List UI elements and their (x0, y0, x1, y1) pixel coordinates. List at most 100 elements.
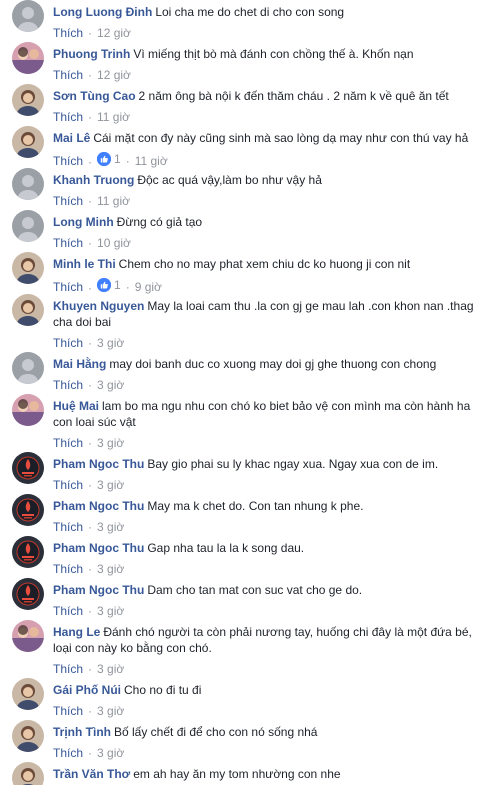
avatar[interactable] (12, 762, 44, 785)
avatar[interactable] (12, 720, 44, 752)
avatar[interactable] (12, 126, 44, 158)
avatar[interactable] (12, 678, 44, 710)
comment-author[interactable]: Gái Phố Núi (53, 683, 121, 697)
comment-author[interactable]: Khuyen Nguyen (53, 299, 144, 313)
avatar[interactable] (12, 620, 44, 652)
comment-timestamp[interactable]: 3 giờ (97, 436, 124, 450)
comment-timestamp[interactable]: 11 giờ (135, 154, 168, 168)
avatar[interactable] (12, 294, 44, 326)
like-link[interactable]: Thích (53, 154, 83, 168)
separator-dot: · (88, 336, 93, 350)
comment-author[interactable]: Mai Lê (53, 131, 90, 145)
comment-timestamp[interactable]: 3 giờ (97, 478, 124, 492)
separator-dot: · (88, 662, 93, 676)
comment-author[interactable]: Pham Ngoc Thu (53, 457, 144, 471)
separator-dot: · (88, 194, 93, 208)
like-link[interactable]: Thích (53, 562, 83, 576)
comment-author[interactable]: Long Luong Đinh (53, 5, 152, 19)
like-link[interactable]: Thích (53, 236, 83, 250)
avatar[interactable] (12, 394, 44, 426)
comment-timestamp[interactable]: 3 giờ (97, 604, 124, 618)
comment-timestamp[interactable]: 3 giờ (97, 662, 124, 676)
comment-actions: Thích · 3 giờ (53, 436, 484, 450)
separator-dot: · (88, 26, 93, 40)
comment-body: Trịnh Tình Bố lấy chết đi để cho con nó s… (53, 724, 484, 760)
comment-message: Bay gio phai su ly khac ngay xua. Ngay x… (147, 457, 439, 471)
comment-body: Pham Ngoc Thu Dam cho tan mat con suc vat… (53, 582, 484, 618)
like-link[interactable]: Thích (53, 336, 83, 350)
separator-dot: · (88, 68, 93, 82)
like-link[interactable]: Thích (53, 378, 83, 392)
avatar[interactable] (12, 536, 44, 568)
comment-timestamp[interactable]: 3 giờ (97, 562, 124, 576)
comment-author[interactable]: Mai Hằng (53, 357, 106, 371)
comment-timestamp[interactable]: 11 giờ (97, 110, 130, 124)
comment-author[interactable]: Phuong Trinh (53, 47, 130, 61)
avatar[interactable] (12, 452, 44, 484)
comment-author[interactable]: Sơn Tùng Cao (53, 89, 136, 103)
comment-message: em ah hay ăn my tom nhường con nhe (133, 767, 341, 781)
comment-timestamp[interactable]: 3 giờ (97, 378, 124, 392)
comment-actions: Thích · 3 giờ (53, 704, 484, 718)
comment-body: Long Luong Đinh Loi cha me do chet di cho… (53, 4, 484, 40)
reaction-summary[interactable]: 1 (97, 152, 121, 166)
comment-body: Sơn Tùng Cao 2 năm ông bà nội k đến thăm … (53, 88, 484, 124)
avatar[interactable] (12, 42, 44, 74)
like-reaction-icon (97, 152, 112, 166)
avatar[interactable] (12, 210, 44, 242)
comment-text-block: Minh le Thi Chem cho no may phat xem chiu… (53, 256, 484, 272)
comment-actions: Thích · 11 giờ (53, 194, 484, 208)
comment-timestamp[interactable]: 9 giờ (135, 280, 162, 294)
like-link[interactable]: Thích (53, 662, 83, 676)
comment-actions: Thích · 3 giờ (53, 562, 484, 576)
comment-timestamp[interactable]: 11 giờ (97, 194, 130, 208)
comment-author[interactable]: Pham Ngoc Thu (53, 583, 144, 597)
comment-author[interactable]: Hang Le (53, 625, 100, 639)
like-link[interactable]: Thích (53, 68, 83, 82)
comment-message: Loi cha me do chet di cho con song (155, 5, 345, 19)
avatar[interactable] (12, 494, 44, 526)
comment-timestamp[interactable]: 12 giờ (97, 26, 131, 40)
comment-timestamp[interactable]: 3 giờ (97, 520, 124, 534)
like-link[interactable]: Thích (53, 704, 83, 718)
comment-timestamp[interactable]: 3 giờ (97, 336, 124, 350)
comment-author[interactable]: Pham Ngoc Thu (53, 499, 144, 513)
comment-author[interactable]: Minh le Thi (53, 257, 116, 271)
comment-actions: Thích · 3 giờ (53, 662, 484, 676)
like-link[interactable]: Thích (53, 478, 83, 492)
comment-author[interactable]: Huệ Mai (53, 399, 99, 413)
separator-dot: · (88, 436, 93, 450)
avatar[interactable] (12, 352, 44, 384)
comment-text-block: Pham Ngoc Thu Dam cho tan mat con suc vat… (53, 582, 484, 598)
like-link[interactable]: Thích (53, 520, 83, 534)
comment-author[interactable]: Long Minh (53, 215, 114, 229)
like-link[interactable]: Thích (53, 746, 83, 760)
avatar[interactable] (12, 0, 44, 32)
avatar[interactable] (12, 578, 44, 610)
like-link[interactable]: Thích (53, 604, 83, 618)
comment-author[interactable]: Pham Ngoc Thu (53, 541, 144, 555)
comment-message: May ma k chet do. Con tan nhung k phe. (147, 499, 364, 513)
avatar[interactable] (12, 252, 44, 284)
like-link[interactable]: Thích (53, 280, 83, 294)
separator-dot: · (88, 281, 93, 295)
comment-timestamp[interactable]: 10 giờ (97, 236, 131, 250)
comment-timestamp[interactable]: 12 giờ (97, 68, 131, 82)
separator-dot: · (88, 604, 93, 618)
avatar[interactable] (12, 168, 44, 200)
comment-actions: Thích · 12 giờ (53, 68, 484, 82)
comment-author[interactable]: Trịnh Tình (53, 725, 111, 739)
comment-author[interactable]: Khanh Truong (53, 173, 134, 187)
reaction-summary[interactable]: 1 (97, 278, 121, 292)
like-link[interactable]: Thích (53, 194, 83, 208)
avatar[interactable] (12, 84, 44, 116)
comment-timestamp[interactable]: 3 giờ (97, 704, 124, 718)
comment-author[interactable]: Trần Văn Thơ (53, 767, 130, 781)
comment-text-block: Mai Lê Cái mặt con đy này cũng sinh mà sa… (53, 130, 484, 146)
comment-message: Gap nha tau la la k song dau. (147, 541, 305, 555)
comment-timestamp[interactable]: 3 giờ (97, 746, 124, 760)
comment-text-block: Long Luong Đinh Loi cha me do chet di cho… (53, 4, 484, 20)
like-link[interactable]: Thích (53, 436, 83, 450)
like-link[interactable]: Thích (53, 26, 83, 40)
like-link[interactable]: Thích (53, 110, 83, 124)
